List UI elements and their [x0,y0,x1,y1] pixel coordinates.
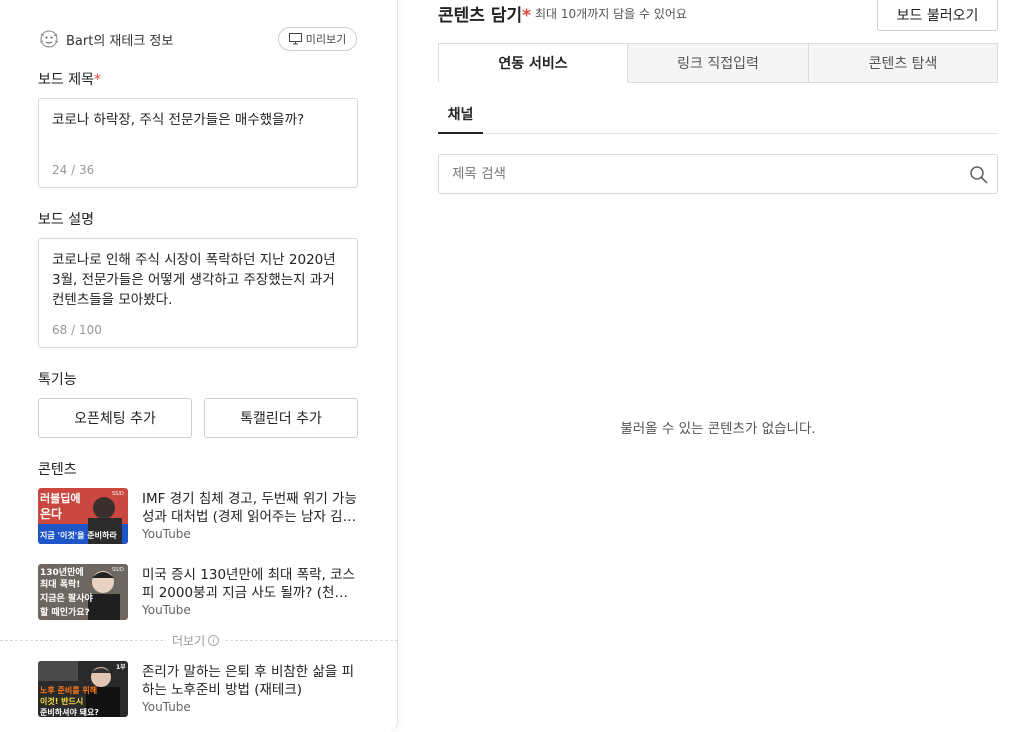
add-contents-title: 콘텐츠 담기* [438,1,531,26]
thumb-text: 할 때인가요? [40,606,90,618]
contents-label: 콘텐츠 [38,462,77,478]
thumb-badge: 1부 [116,663,126,671]
add-talk-calendar-button[interactable]: 톡캘린더 추가 [204,398,358,438]
content-item[interactable]: 노후 준비를 위해 이것! 반드시 준비하셔야 돼요? 1부 존리가 말하는 은… [38,661,360,719]
content-item[interactable]: 러블딥에 온다 지금 '이것'을 준비하라 SS/D IMF 경기 침체 경고,… [38,488,360,546]
board-title-label: 보드 제목* [38,69,101,89]
thumb-text: 이것! 반드시 [40,696,83,706]
thumb-text: 러블딥에 [40,491,80,505]
thumb-text: 130년만에 [40,566,84,578]
load-board-button[interactable]: 보드 불러오기 [877,0,998,31]
info-icon: i [208,635,220,646]
tab-linked-services[interactable]: 연동 서비스 [438,43,628,83]
channel-profile: Bart의 재테크 정보 [38,28,173,50]
title-search-box [438,154,998,194]
board-title-char-count: 24 / 36 [52,163,95,177]
content-thumbnail: 노후 준비를 위해 이것! 반드시 준비하셔야 돼요? 1부 [38,661,128,717]
required-mark: * [93,72,101,88]
show-more-label: 더보기 [172,634,206,648]
mascot-avatar-icon [39,30,59,48]
content-thumbnail: 130년만에 최대 폭락! 지금은 팔사야 할 때인가요? SS/D [38,564,128,620]
content-title: IMF 경기 침체 경고, 두번째 위기 가능성과 대처법 (경제 읽어주는 남… [142,491,357,525]
subtab-divider [438,133,998,134]
content-item[interactable]: 130년만에 최대 폭락! 지금은 팔사야 할 때인가요? SS/D 미국 증시… [38,564,360,622]
talk-features-label: 톡기능 [38,372,77,388]
thumb-text: 노후 준비를 위해 [40,685,97,695]
thumb-text: 준비하셔야 돼요? [40,707,99,717]
thumb-badge: SS/D [112,567,124,573]
search-icon[interactable] [969,165,988,184]
tab-direct-link[interactable]: 링크 직접입력 [628,43,809,83]
board-desc-char-count: 68 / 100 [52,323,102,337]
content-source: YouTube [142,603,191,617]
source-tabs: 연동 서비스 링크 직접입력 콘텐츠 탐색 [438,43,998,83]
add-contents-hint: 최대 10개까지 담을 수 있어요 [535,7,687,21]
thumb-badge: SS/D [112,491,124,497]
empty-state-message: 불러올 수 있는 콘텐츠가 없습니다. [620,421,816,437]
board-title-value: 코로나 하락장, 주식 전문가들은 매수했을까? [52,112,305,128]
content-title: 미국 증시 130년만에 최대 폭락, 코스피 2000붕괴 지금 사도 될까?… [142,567,355,601]
board-title-field[interactable]: 코로나 하락장, 주식 전문가들은 매수했을까? 24 / 36 [38,98,358,188]
preview-button[interactable]: 미리보기 [278,27,357,51]
subtab-channel[interactable]: 채널 [438,104,483,134]
board-editor-panel: Bart의 재테크 정보 미리보기 보드 제목* 코로나 하락장, 주식 전문가… [0,0,398,732]
show-more-button[interactable]: 더보기 i [166,632,226,649]
add-contents-title-text: 콘텐츠 담기 [438,6,523,26]
thumb-text: 온다 [40,506,62,521]
thumb-text: 최대 폭락! [40,578,80,590]
content-thumbnail: 러블딥에 온다 지금 '이것'을 준비하라 SS/D [38,488,128,544]
content-title: 존리가 말하는 은퇴 후 비참한 삶을 피하는 노후준비 방법 (재테크) [142,664,355,698]
content-source: YouTube [142,527,191,541]
add-open-chat-button[interactable]: 오픈체팅 추가 [38,398,192,438]
thumb-text: 지금 '이것'을 준비하라 [40,530,117,540]
tab-explore-contents[interactable]: 콘텐츠 탐색 [809,43,998,83]
board-desc-label: 보드 설명 [38,212,94,228]
board-desc-field[interactable]: 코로나로 인해 주식 시장이 폭락하던 지난 2020년 3월, 전문가들은 어… [38,238,358,348]
board-title-label-text: 보드 제목 [38,72,94,88]
content-source: YouTube [142,700,191,714]
required-mark: * [522,6,532,26]
preview-label: 미리보기 [305,33,347,46]
thumb-text: 지금은 팔사야 [40,592,94,604]
board-desc-value: 코로나로 인해 주식 시장이 폭락하던 지난 2020년 3월, 전문가들은 어… [52,252,336,308]
title-search-input[interactable] [439,155,959,193]
channel-name: Bart의 재테크 정보 [66,33,174,49]
monitor-icon [288,33,302,45]
